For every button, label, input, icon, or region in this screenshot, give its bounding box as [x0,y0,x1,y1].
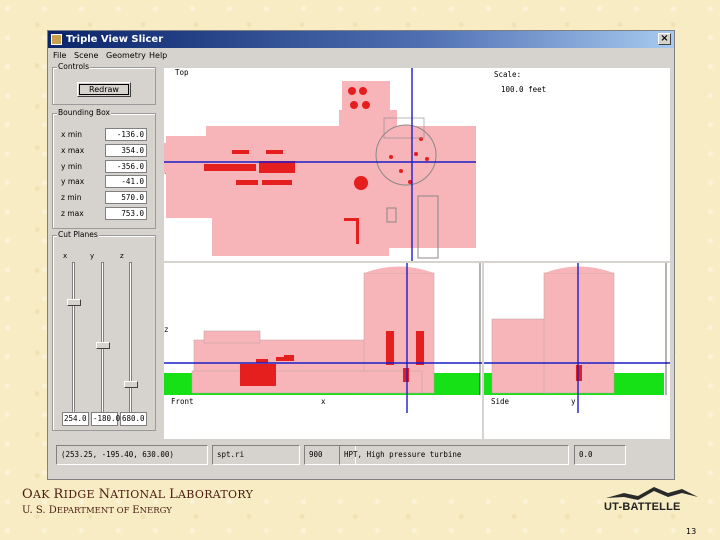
window-title: Triple View Slicer [66,34,164,45]
lab-name: OAK RIDGE NATIONAL LABORATORY [22,487,253,502]
status-extra: 0.0 [574,445,626,465]
bounding-box-legend: Bounding Box [57,108,111,118]
controls-group: Controls Redraw [52,62,156,105]
controls-legend: Controls [57,62,91,72]
java-cup-icon [51,34,62,45]
bbox-label: x min [61,130,82,139]
x-cut-value-field[interactable]: 254.0 [62,412,89,426]
dept-part: D [48,505,57,516]
lab-name-part: ABORATORY [178,488,254,501]
status-coordinates: (253.25, -195.40, 630.00) [56,445,208,465]
dept-part: U [22,505,30,516]
z-cut-slider-track[interactable] [129,262,132,420]
xmin-field[interactable]: -136.0 [105,128,147,141]
ut-battelle-logo: UT-BATTELLE [604,484,700,518]
title-bar: Triple View Slicer × [48,31,674,48]
lab-name-initial: N [98,487,111,502]
front-view[interactable]: Front z x [164,263,482,439]
bbox-row-xmax: x max 354.0 [53,144,153,158]
page-number: 13 [686,527,697,536]
ymin-field[interactable]: -356.0 [105,160,147,173]
lab-name-part: IDGE [63,488,99,501]
ymax-field[interactable]: -41.0 [105,175,147,188]
menu-help[interactable]: Help [149,48,167,64]
lab-name-initial: L [169,487,179,502]
lab-name-part: AK [32,488,54,501]
dept-part: E [132,505,140,516]
redraw-button[interactable]: Redraw [77,82,131,97]
z-cut-slider-thumb[interactable] [124,381,138,389]
zmin-field[interactable]: 570.0 [105,191,147,204]
side-view-drawing [484,263,670,413]
logo-text: UT-BATTELLE [604,501,681,513]
top-view[interactable]: Top Scale: 100.0 feet y [164,68,670,261]
bbox-row-zmax: z max 753.0 [53,207,153,221]
bounding-box-group: Bounding Box x min -136.0 x max 354.0 y … [52,108,156,229]
dept-part: . S. [29,505,49,516]
y-cut-slider-thumb[interactable] [96,341,110,349]
x-cut-slider-track[interactable] [72,262,75,420]
lab-name-initial: R [53,487,64,502]
left-panel: Controls Redraw Bounding Box x min -136.… [52,62,156,431]
xmax-field[interactable]: 354.0 [105,144,147,157]
front-view-drawing [164,263,482,413]
y-cut-value-field[interactable]: -180.0 [91,412,120,426]
bbox-row-zmin: z min 570.0 [53,191,153,205]
z-cut-value-field[interactable]: 680.0 [120,412,147,426]
bbox-label: y max [61,177,85,186]
lab-name-initial: O [22,487,33,502]
menu-bar: File Scene Geometry Help [48,48,674,64]
side-view[interactable]: Side y [484,263,670,439]
bbox-row-xmin: x min -136.0 [53,128,153,142]
bbox-label: z min [61,193,82,202]
cut-planes-group: Cut Planes x y z [52,230,156,431]
lab-name-part: ATIONAL [110,488,170,501]
cut-planes-legend: Cut Planes [57,230,99,240]
bbox-label: z max [61,209,84,218]
x-cut-slider-thumb[interactable] [67,299,81,307]
top-view-drawing [164,68,479,261]
bbox-row-ymin: y min -356.0 [53,160,153,174]
menu-geometry[interactable]: Geometry [106,48,146,64]
status-file: spt.ri [212,445,300,465]
triple-view-slicer-window: Triple View Slicer × File Scene Geometry… [47,30,675,480]
zmax-field[interactable]: 753.0 [105,207,147,220]
department-name: U. S. DEPARTMENT OF ENERGY [22,505,172,516]
bbox-label: y min [61,162,82,171]
close-button[interactable]: × [658,33,671,45]
dept-part: NERGY [139,506,172,516]
bbox-row-ymax: y max -41.0 [53,175,153,189]
cut-axis-z-label: z [120,252,124,260]
cut-axis-y-label: y [90,252,95,260]
status-component: HPT, High pressure turbine [339,445,569,465]
cut-axis-x-label: x [63,252,68,260]
bbox-label: x max [61,146,85,155]
dept-part: EPARTMENT OF [56,506,133,516]
